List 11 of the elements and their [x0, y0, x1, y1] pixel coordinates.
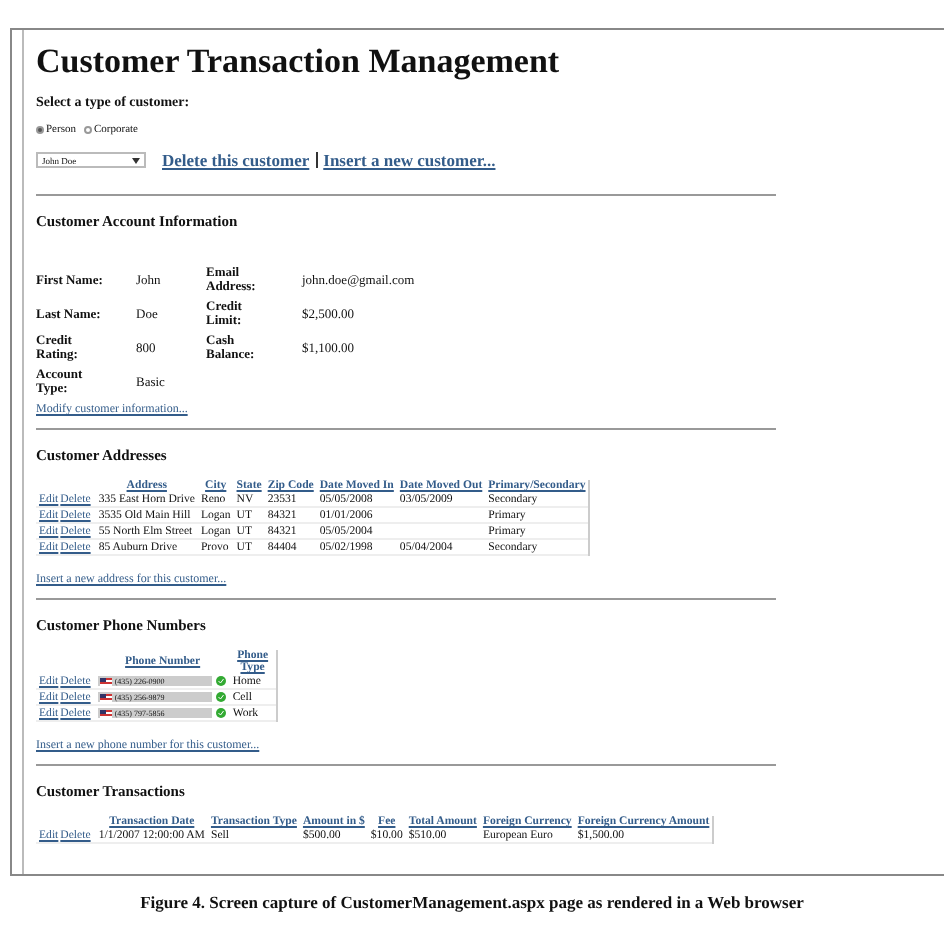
flag-icon — [100, 677, 113, 685]
check-icon — [216, 676, 227, 686]
page-link[interactable]: Insert a new customer... — [323, 150, 496, 170]
page-link[interactable]: Delete this customer — [162, 150, 310, 170]
page-title: Customer Transaction Management — [36, 42, 562, 82]
check-icon — [216, 692, 227, 702]
figure-caption: Figure 4. Screen capture of CustomerManagement.aspx page as rendered in a Web browser — [138, 892, 806, 912]
flag-icon — [100, 693, 113, 701]
check-icon — [216, 708, 227, 718]
dropdown-arrow-icon — [132, 157, 140, 163]
flag-icon — [100, 709, 113, 717]
